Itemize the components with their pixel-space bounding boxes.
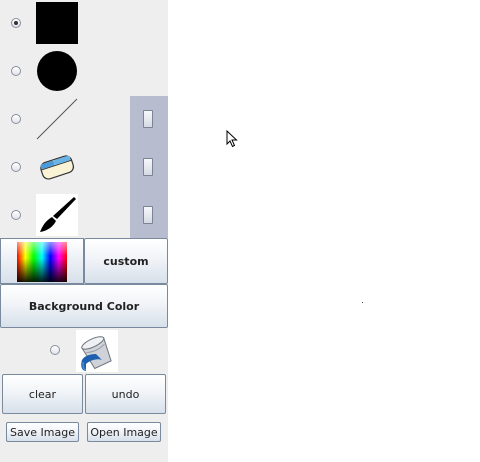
eraser-tool-radio[interactable] [11, 162, 21, 172]
undo-button[interactable]: undo [85, 374, 166, 414]
rectangle-tool-row[interactable] [0, 0, 130, 46]
paint-bucket-icon [81, 336, 112, 371]
filled-circle-icon[interactable] [36, 50, 78, 92]
filled-square-icon[interactable] [36, 2, 78, 44]
color-spectrum-swatch [17, 242, 67, 282]
line-tool-radio[interactable] [11, 114, 21, 124]
fill-tool-radio[interactable] [50, 345, 60, 355]
size-small-button[interactable] [143, 110, 153, 128]
fill-tool-icon-frame[interactable] [76, 330, 118, 372]
color-spectrum-button[interactable] [0, 238, 84, 284]
drawing-canvas[interactable] [168, 0, 480, 462]
background-color-button[interactable]: Background Color [0, 284, 168, 328]
oval-tool-radio[interactable] [11, 66, 21, 76]
paintbrush-icon [40, 197, 76, 232]
size-panel [130, 96, 168, 238]
mouse-pointer-icon [226, 130, 238, 148]
oval-tool-row[interactable] [0, 48, 130, 94]
brush-icon-frame[interactable] [36, 194, 78, 236]
diagonal-line-icon[interactable] [36, 98, 78, 140]
eraser-tool-row[interactable] [0, 144, 130, 190]
clear-button[interactable]: clear [2, 374, 83, 414]
custom-color-button[interactable]: custom [84, 238, 168, 284]
eraser-icon[interactable] [36, 146, 78, 188]
rectangle-tool-radio[interactable] [11, 18, 21, 28]
line-tool-row[interactable] [0, 96, 130, 142]
save-image-button[interactable]: Save Image [6, 422, 79, 442]
size-large-button[interactable] [143, 206, 153, 224]
tool-sidebar: custom Background Color clear undo Save … [0, 0, 168, 462]
brush-tool-row[interactable] [0, 192, 130, 238]
open-image-button[interactable]: Open Image [87, 422, 161, 442]
size-medium-button[interactable] [143, 158, 153, 176]
brush-tool-radio[interactable] [11, 210, 21, 220]
canvas-dot [362, 302, 363, 303]
